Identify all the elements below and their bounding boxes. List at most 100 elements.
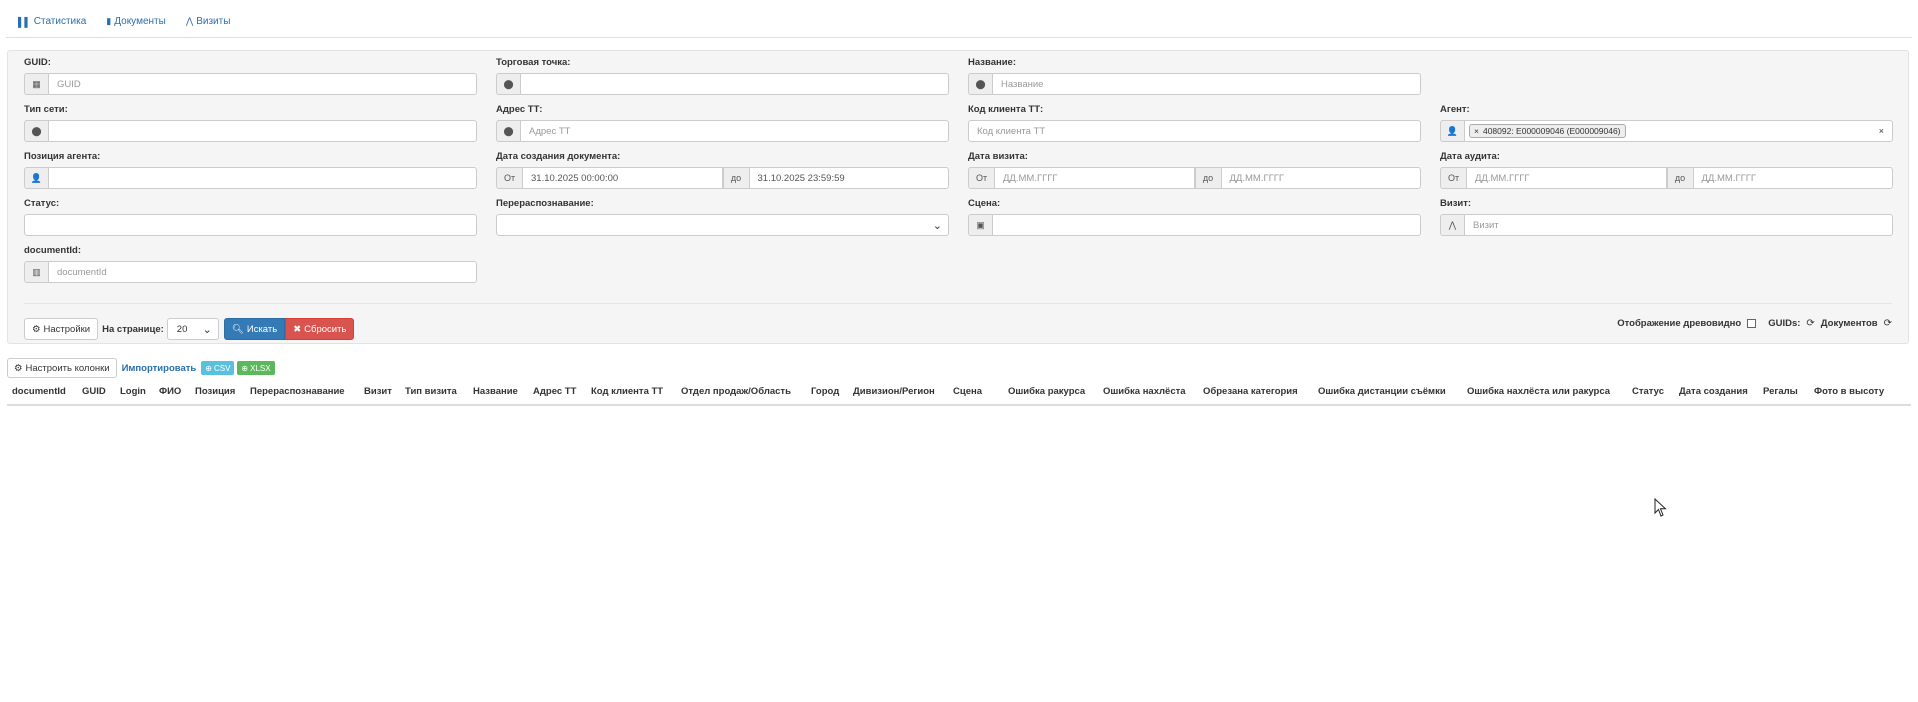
search-icon: 🔍︎ bbox=[231, 323, 244, 335]
agent-select[interactable]: × 408092: E000009046 (E000009046) × bbox=[1464, 120, 1893, 142]
name-input[interactable]: Название bbox=[992, 73, 1421, 95]
visit-date-to-input[interactable]: ДД.ММ.ГГГГ bbox=[1220, 167, 1421, 189]
column-header[interactable]: Перераспознавание bbox=[250, 386, 345, 397]
columns-icon: ▥ bbox=[24, 261, 48, 283]
scene-input[interactable] bbox=[992, 214, 1421, 236]
settings-button[interactable]: ⚙ Настройки bbox=[24, 318, 99, 340]
panel-divider bbox=[24, 303, 1892, 304]
top-nav: ▌▌ Статистика ▮ Документы ⋀ Визиты bbox=[18, 16, 230, 27]
visit-input[interactable]: Визит bbox=[1464, 214, 1893, 236]
nav-statistics[interactable]: ▌▌ Статистика bbox=[18, 16, 86, 27]
audit-date-filter: Дата аудита: От ДД.ММ.ГГГГ до ДД.ММ.ГГГГ bbox=[1440, 151, 1893, 189]
outlet-input[interactable] bbox=[520, 73, 949, 95]
column-header[interactable]: Ошибка нахлёста bbox=[1103, 386, 1186, 397]
client-code-filter: Код клиента ТТ: Код клиента ТТ bbox=[968, 104, 1421, 142]
calendar-icon: ▣ bbox=[968, 214, 992, 236]
visit-date-from-input[interactable]: ДД.ММ.ГГГГ bbox=[994, 167, 1195, 189]
csv-export-button[interactable]: ⊕ CSV bbox=[201, 361, 235, 375]
nav-visits[interactable]: ⋀ Визиты bbox=[186, 16, 231, 27]
gear-icon: ⚙ bbox=[14, 362, 23, 374]
column-header[interactable]: Статус bbox=[1632, 386, 1664, 397]
column-header[interactable]: Ошибка дистанции съёмки bbox=[1318, 386, 1446, 397]
map-marker-icon: ⬤ bbox=[968, 73, 992, 95]
close-icon: ✖ bbox=[293, 323, 302, 335]
mouse-cursor-icon bbox=[1654, 498, 1667, 517]
scene-filter: Сцена: ▣ bbox=[968, 198, 1421, 236]
column-header[interactable]: Отдел продаж/Область bbox=[681, 386, 791, 397]
column-header[interactable]: Фото в высоту bbox=[1814, 386, 1884, 397]
column-header[interactable]: Дивизион/Регион bbox=[853, 386, 935, 397]
column-header[interactable]: documentId bbox=[12, 386, 66, 397]
agent-position-input[interactable] bbox=[48, 167, 477, 189]
column-header[interactable]: GUID bbox=[82, 386, 106, 397]
road-icon: ⋀ bbox=[185, 16, 194, 26]
column-header[interactable]: Обрезана категория bbox=[1203, 386, 1298, 397]
map-marker-icon: ⬤ bbox=[496, 120, 520, 142]
chevron-down-icon: ⌄ bbox=[932, 219, 942, 232]
column-header[interactable]: Код клиента ТТ bbox=[591, 386, 663, 397]
import-link[interactable]: Импортировать bbox=[122, 363, 197, 374]
nav-divider bbox=[6, 37, 1912, 38]
status-filter: Статус: bbox=[24, 198, 477, 236]
refresh-icon[interactable]: ⟳ bbox=[1884, 318, 1892, 329]
per-page-select[interactable]: 20 ⌄ bbox=[166, 318, 219, 340]
column-header[interactable]: Ошибка ракурса bbox=[1008, 386, 1085, 397]
column-header[interactable]: Регалы bbox=[1763, 386, 1798, 397]
audit-date-to-input[interactable]: ДД.ММ.ГГГГ bbox=[1692, 167, 1893, 189]
table-toolbar: ⚙ Настроить колонки Импортировать ⊕ CSV ⊕ X… bbox=[7, 358, 275, 378]
user-icon: 👤 bbox=[1440, 120, 1464, 142]
status-input[interactable] bbox=[24, 214, 477, 236]
agent-position-filter: Позиция агента: 👤 bbox=[24, 151, 477, 189]
map-marker-icon: ⬤ bbox=[24, 120, 48, 142]
reset-button[interactable]: ✖ Сбросить bbox=[285, 318, 355, 340]
search-button[interactable]: 🔍︎ Искать bbox=[223, 318, 286, 340]
refresh-icon[interactable]: ⟳ bbox=[1806, 318, 1814, 329]
client-code-input[interactable]: Код клиента ТТ bbox=[968, 120, 1421, 142]
grid-icon: ▦ bbox=[24, 73, 48, 95]
guid-filter: GUID: ▦ GUID bbox=[24, 57, 477, 95]
column-header[interactable]: Адрес ТТ bbox=[533, 386, 576, 397]
column-header[interactable]: ФИО bbox=[159, 386, 181, 397]
column-header[interactable]: Сцена bbox=[953, 386, 982, 397]
address-input[interactable]: Адрес ТТ bbox=[520, 120, 949, 142]
column-header[interactable]: Позиция bbox=[195, 386, 235, 397]
column-header[interactable]: Визит bbox=[364, 386, 392, 397]
doc-created-from-input[interactable]: 31.10.2025 00:00:00 bbox=[522, 167, 723, 189]
guid-input[interactable]: GUID bbox=[48, 73, 477, 95]
column-header[interactable]: Login bbox=[120, 386, 146, 397]
tree-view-checkbox[interactable] bbox=[1747, 319, 1757, 328]
configure-columns-button[interactable]: ⚙ Настроить колонки bbox=[7, 358, 117, 378]
document-id-filter: documentId: ▥ documentId bbox=[24, 245, 477, 283]
column-header[interactable]: Название bbox=[473, 386, 518, 397]
filter-panel: GUID: ▦ GUID Торговая точка: ⬤ Название:… bbox=[7, 50, 1909, 344]
column-header[interactable]: Тип визита bbox=[405, 386, 457, 397]
map-marker-icon: ⬤ bbox=[496, 73, 520, 95]
network-type-input[interactable] bbox=[48, 120, 477, 142]
doc-created-to-input[interactable]: 31.10.2025 23:59:59 bbox=[748, 167, 949, 189]
table-header: documentId GUID Login ФИО Позиция Перера… bbox=[7, 384, 1911, 406]
file-icon: ▮ bbox=[106, 16, 112, 26]
audit-date-from-input[interactable]: ДД.ММ.ГГГГ bbox=[1466, 167, 1667, 189]
clear-icon[interactable]: × bbox=[1879, 126, 1884, 136]
name-filter: Название: ⬤ Название bbox=[968, 57, 1421, 95]
user-icon: 👤 bbox=[24, 167, 48, 189]
rerecognition-select[interactable]: ⌄ bbox=[496, 214, 949, 236]
agent-filter: Агент: 👤 × 408092: E000009046 (E000009046… bbox=[1440, 104, 1893, 142]
doc-created-filter: Дата создания документа: От 31.10.2025 0… bbox=[496, 151, 949, 189]
nav-documents[interactable]: ▮ Документы bbox=[106, 16, 166, 27]
tag-remove-icon[interactable]: × bbox=[1474, 126, 1479, 136]
agent-tag: × 408092: E000009046 (E000009046) bbox=[1469, 124, 1626, 138]
column-header[interactable]: Город bbox=[811, 386, 839, 397]
address-filter: Адрес ТТ: ⬤ Адрес ТТ bbox=[496, 104, 949, 142]
gear-icon: ⚙ bbox=[32, 323, 41, 335]
visit-filter: Визит: ⋀ Визит bbox=[1440, 198, 1893, 236]
road-icon: ⋀ bbox=[1440, 214, 1464, 236]
xlsx-export-button[interactable]: ⊕ XLSX bbox=[237, 361, 275, 375]
document-id-input[interactable]: documentId bbox=[48, 261, 477, 283]
column-header[interactable]: Ошибка нахлёста или ракурса bbox=[1467, 386, 1610, 397]
column-header[interactable]: Дата создания bbox=[1679, 386, 1748, 397]
plus-circle-icon: ⊕ bbox=[205, 363, 212, 373]
outlet-filter: Торговая точка: ⬤ bbox=[496, 57, 949, 95]
chevron-down-icon: ⌄ bbox=[202, 323, 212, 336]
network-type-filter: Тип сети: ⬤ bbox=[24, 104, 477, 142]
